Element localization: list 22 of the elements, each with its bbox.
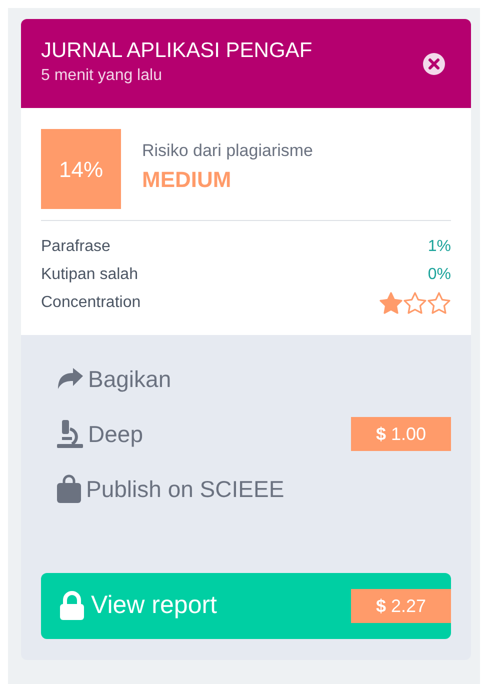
price-tag: $ 2.27 xyxy=(351,589,451,623)
action-link[interactable]: Bagikan xyxy=(56,362,172,396)
action-link[interactable]: Deep xyxy=(56,416,143,452)
timestamp: 5 menit yang lalu xyxy=(41,66,163,86)
microscope-icon xyxy=(56,419,84,449)
share-arrow-icon xyxy=(56,367,84,391)
metric-label: Kutipan salah xyxy=(41,265,138,285)
lock-icon xyxy=(59,591,85,621)
price-tag: $ 1.00 xyxy=(351,417,451,451)
metric-label: Parafrase xyxy=(41,237,110,257)
metric-value: 1% xyxy=(428,237,451,257)
risk-percentage: 14% xyxy=(41,129,121,209)
view-report-button[interactable]: View report $ 2.27 xyxy=(41,573,451,639)
risk-level: MEDIUM xyxy=(142,166,232,194)
metric-value: 0% xyxy=(428,265,451,285)
risk-label: Risiko dari plagiarisme xyxy=(142,140,314,162)
shopping-bag-icon xyxy=(56,474,82,504)
filled-star-icon xyxy=(379,292,403,314)
action-link[interactable]: Publish on SCIEEE xyxy=(56,472,284,506)
close-icon[interactable] xyxy=(422,52,446,76)
metric-label: Concentration xyxy=(41,293,141,313)
document-title: JURNAL APLIKASI PENGAF xyxy=(41,38,312,64)
